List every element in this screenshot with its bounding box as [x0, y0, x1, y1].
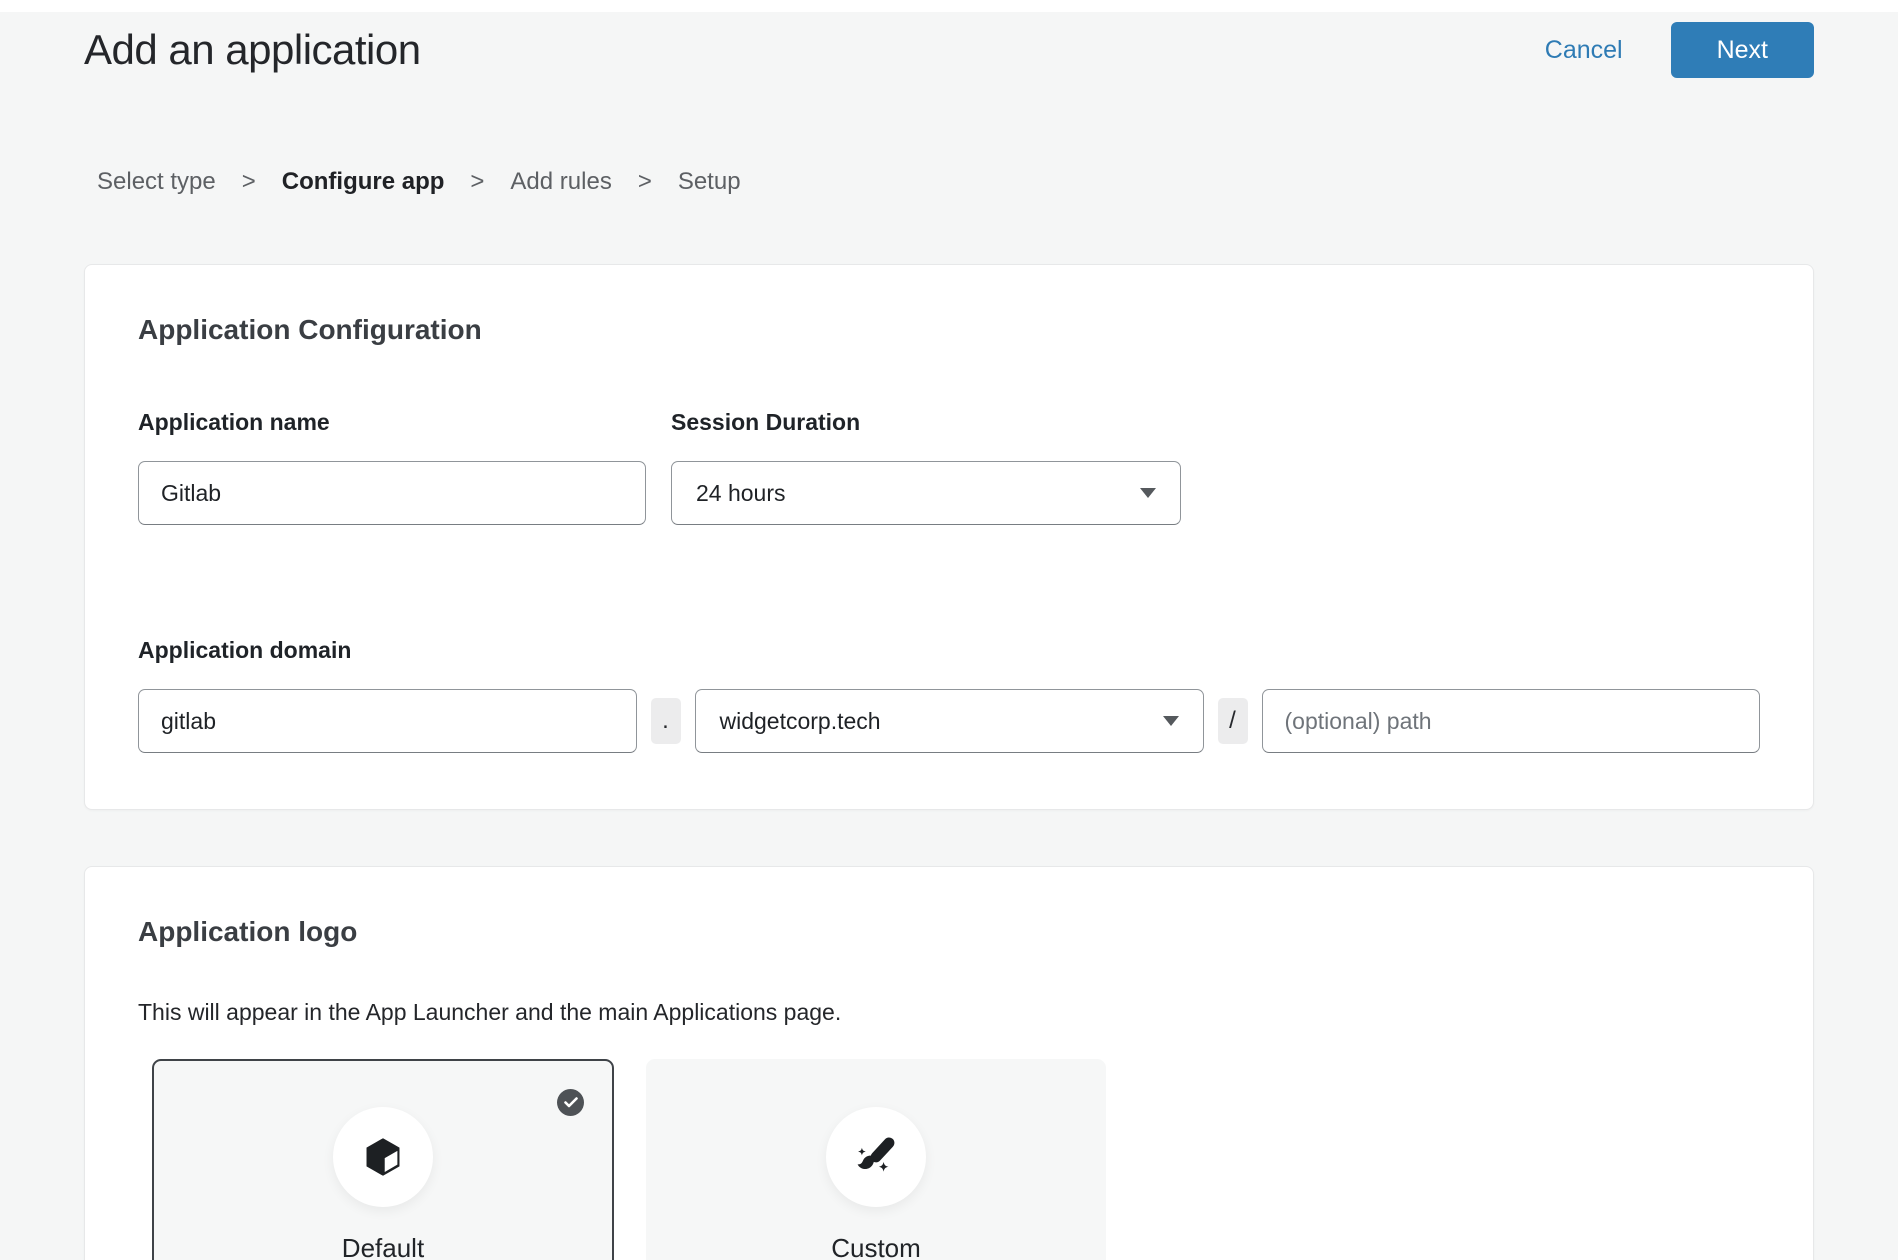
- application-name-input[interactable]: [138, 461, 646, 525]
- name-session-row: Application name Session Duration 24 hou…: [138, 407, 1760, 525]
- chevron-down-icon: [1163, 716, 1179, 726]
- breadcrumb-separator: >: [242, 168, 256, 196]
- session-duration-select[interactable]: 24 hours: [671, 461, 1181, 525]
- breadcrumb-step-setup[interactable]: Setup: [678, 168, 741, 196]
- breadcrumb-separator: >: [470, 168, 484, 196]
- domain-select[interactable]: widgetcorp.tech: [695, 689, 1204, 753]
- session-duration-field: Session Duration 24 hours: [671, 407, 1181, 525]
- page-title: Add an application: [84, 26, 421, 74]
- breadcrumb-step-configure-app[interactable]: Configure app: [282, 168, 445, 196]
- breadcrumb: Select type > Configure app > Add rules …: [84, 168, 1814, 196]
- application-logo-heading: Application logo: [138, 915, 1760, 949]
- breadcrumb-step-select-type[interactable]: Select type: [97, 168, 216, 196]
- application-configuration-card: Application Configuration Application na…: [84, 264, 1814, 810]
- next-button[interactable]: Next: [1671, 22, 1814, 78]
- application-logo-description: This will appear in the App Launcher and…: [138, 997, 1760, 1027]
- application-domain-field: Application domain . widgetcorp.tech /: [138, 635, 1760, 753]
- top-white-strip: [0, 0, 1898, 12]
- custom-logo-circle: [826, 1107, 926, 1207]
- logo-option-default-label: Default: [342, 1233, 424, 1260]
- subdomain-input[interactable]: [138, 689, 637, 753]
- logo-options: Default Custom: [152, 1059, 1760, 1260]
- breadcrumb-step-add-rules[interactable]: Add rules: [510, 168, 611, 196]
- application-domain-row: . widgetcorp.tech /: [138, 689, 1760, 753]
- cube-icon: [360, 1134, 406, 1180]
- application-domain-label: Application domain: [138, 635, 1760, 665]
- cancel-button[interactable]: Cancel: [1545, 36, 1623, 65]
- check-icon: [557, 1089, 584, 1116]
- slash-separator: /: [1218, 698, 1248, 744]
- application-configuration-heading: Application Configuration: [138, 313, 1760, 347]
- chevron-down-icon: [1140, 488, 1156, 498]
- domain-select-value: widgetcorp.tech: [720, 708, 881, 735]
- logo-option-default[interactable]: Default: [152, 1059, 614, 1260]
- page-header: Add an application Cancel Next: [84, 22, 1814, 78]
- header-actions: Cancel Next: [1545, 22, 1814, 78]
- session-duration-label: Session Duration: [671, 407, 1181, 437]
- session-duration-value: 24 hours: [696, 480, 786, 507]
- default-logo-circle: [333, 1107, 433, 1207]
- application-name-field: Application name: [138, 407, 646, 525]
- application-name-label: Application name: [138, 407, 646, 437]
- add-application-page: Add an application Cancel Next Select ty…: [0, 22, 1898, 1260]
- path-input[interactable]: [1262, 689, 1761, 753]
- breadcrumb-separator: >: [638, 168, 652, 196]
- logo-option-custom-label: Custom: [831, 1233, 921, 1260]
- logo-option-custom[interactable]: Custom: [646, 1059, 1106, 1260]
- dot-separator: .: [651, 698, 681, 744]
- application-logo-card: Application logo This will appear in the…: [84, 866, 1814, 1260]
- paintbrush-icon: [850, 1131, 902, 1183]
